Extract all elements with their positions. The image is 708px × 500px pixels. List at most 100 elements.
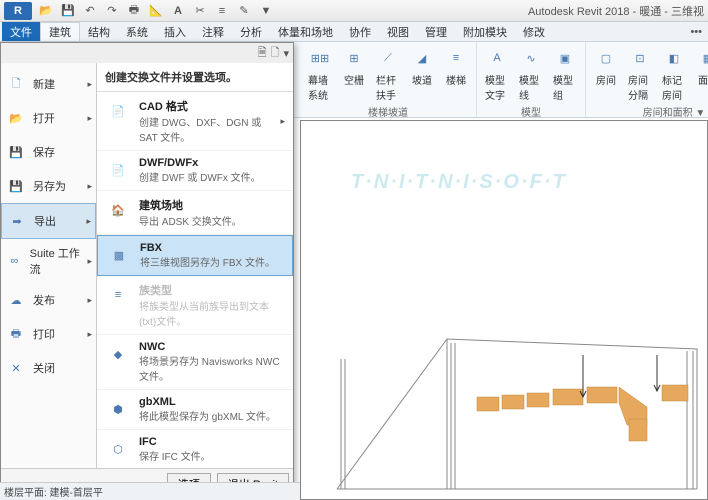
ribbon-tab[interactable]: 管理 [417, 22, 455, 41]
ribbon-panel: ▢房间⊡房间分隔◧标记房间▦面积◨面积标记房间和面积 ▼ [586, 42, 708, 117]
dropdown-icon[interactable]: ▼ [258, 3, 274, 19]
app-menu-item[interactable]: 💾 保存 [1, 135, 96, 169]
ribbon-button[interactable]: ◧标记房间 [658, 44, 690, 104]
app-menu-item[interactable]: ➡导出▸ [1, 203, 96, 239]
app-menu-item[interactable]: 🗋新建▸ [1, 67, 96, 101]
ribbon-tab[interactable]: 系统 [118, 22, 156, 41]
app-menu-item[interactable]: ☁发布▸ [1, 283, 96, 317]
undo-icon[interactable]: ↶ [82, 3, 98, 19]
ribbon-label: 楼梯 [446, 72, 466, 87]
menu-item-label: 发布 [33, 292, 55, 308]
export-item[interactable]: 📄CAD 格式创建 DWG、DXF、DGN 或 SAT 文件。▸ [97, 92, 293, 151]
app-menu-item[interactable]: ✕ 关闭 [1, 351, 96, 385]
ribbon-button[interactable]: ⟋栏杆扶手 [372, 44, 404, 104]
export-item[interactable]: 📄DWF/DWFx创建 DWF 或 DWFx 文件。 [97, 151, 293, 191]
ribbon-tab[interactable]: 建筑 [40, 22, 80, 41]
open-docs-icon[interactable]: 🗋 [271, 44, 280, 63]
export-item[interactable]: 🏠建筑场地导出 ADSK 交换文件。 [97, 191, 293, 235]
ribbon-tab[interactable]: 文件 [2, 22, 40, 41]
status-text: 楼层平面: 建模-首层平 [4, 484, 103, 499]
menu-item-label: 保存 [33, 144, 55, 160]
ribbon-button[interactable]: ▢房间 [590, 44, 622, 104]
print-icon[interactable]: 🖶 [126, 3, 142, 19]
chevron-right-icon: ▸ [86, 216, 91, 227]
ribbon-tab[interactable]: 插入 [156, 22, 194, 41]
section-icon[interactable]: ✂ [192, 3, 208, 19]
app-menu-item[interactable]: 📂打开▸ [1, 101, 96, 135]
panel-title: 模型 [521, 104, 541, 119]
chevron-right-icon: ▸ [87, 113, 92, 124]
quick-access-toolbar: 📂 💾 ↶ ↷ 🖶 📐 A ✂ ≡ ✎ ▼ [38, 3, 274, 19]
ribbon-button[interactable]: ▦面积 [692, 44, 708, 104]
ribbon-button[interactable]: ≡ 楼梯 [440, 44, 472, 104]
app-logo-icon[interactable]: R [4, 2, 32, 20]
chevron-right-icon: ▸ [87, 256, 92, 267]
tool-icon[interactable]: ✎ [236, 3, 252, 19]
ribbon-tab[interactable]: 体量和场地 [270, 22, 341, 41]
ribbon-button[interactable]: ⊡房间分隔 [624, 44, 656, 104]
app-menu-top-icons: 🗎 🗋 ▾ [1, 43, 293, 63]
export-item-desc: 创建 DWG、DXF、DGN 或 SAT 文件。 [139, 114, 272, 144]
chevron-right-icon: ▸ [280, 116, 285, 127]
export-item-icon: ▩ [106, 242, 132, 268]
ribbon-icon: ≡ [444, 46, 468, 70]
ribbon-tab[interactable]: 分析 [232, 22, 270, 41]
ribbon-label: 模型线 [519, 72, 543, 102]
ribbon-overflow-icon[interactable]: ••• [684, 26, 708, 38]
export-item[interactable]: ⬡IFC保存 IFC 文件。 [97, 430, 293, 468]
measure-icon[interactable]: 📐 [148, 3, 164, 19]
menu-item-label: 新建 [33, 76, 55, 92]
recent-docs-icon[interactable]: 🗎 [258, 44, 267, 63]
open-icon[interactable]: 📂 [38, 3, 54, 19]
export-item-icon: 🏠 [105, 197, 131, 223]
ribbon-button[interactable]: ⊞⊞幕墙系统 [304, 44, 336, 104]
ribbon-label: 坡道 [412, 72, 432, 87]
app-menu-item[interactable]: ∞Suite 工作流▸ [1, 239, 96, 283]
menu-item-label: 导出 [34, 213, 56, 229]
ribbon-icon: ◧ [662, 46, 686, 70]
watermark-text: T·N·I·T·N·I·S·O·F·T [351, 171, 567, 194]
save-icon[interactable]: 💾 [60, 3, 76, 19]
ribbon-tab[interactable]: 结构 [80, 22, 118, 41]
chevron-right-icon: ▸ [87, 181, 92, 192]
ribbon-button[interactable]: ∿模型线 [515, 44, 547, 104]
ribbon-panel: A模型文字∿模型线▣模型组模型 [477, 42, 586, 117]
ribbon-tab[interactable]: 视图 [379, 22, 417, 41]
redo-icon[interactable]: ↷ [104, 3, 120, 19]
export-item-icon: ⬢ [105, 396, 131, 422]
ribbon-tab[interactable]: 协作 [341, 22, 379, 41]
ribbon-tab[interactable]: 附加模块 [455, 22, 515, 41]
3d-viewport[interactable]: T·N·I·T·N·I·S·O·F·T [300, 120, 708, 500]
chevron-down-icon[interactable]: ▾ [283, 47, 289, 60]
export-item-title: 建筑场地 [139, 197, 242, 213]
dims-icon[interactable]: ≡ [214, 3, 230, 19]
export-item[interactable]: ◆NWC将场景另存为 Navisworks NWC 文件。 [97, 335, 293, 390]
export-item-desc: 将族类型从当前族导出到文本(txt)文件。 [139, 298, 285, 328]
export-item[interactable]: ▩FBX将三维视图另存为 FBX 文件。 [97, 235, 293, 276]
ribbon-icon: ⟋ [376, 46, 400, 70]
ribbon-tab[interactable]: 注释 [194, 22, 232, 41]
panel-title: 房间和面积 ▼ [643, 104, 706, 119]
ribbon-label: 房间分隔 [628, 72, 652, 102]
export-item-icon: ≡ [105, 282, 131, 308]
menu-item-icon: 💾 [5, 141, 27, 163]
app-menu-item[interactable]: 🖶打印▸ [1, 317, 96, 351]
ribbon-label: 面积 [698, 72, 708, 87]
ribbon-button[interactable]: A模型文字 [481, 44, 513, 104]
export-item[interactable]: ≡族类型将族类型从当前族导出到文本(txt)文件。 [97, 276, 293, 335]
ribbon-tab[interactable]: 修改 [515, 22, 553, 41]
app-menu-export-panel: 创建交换文件并设置选项。 📄CAD 格式创建 DWG、DXF、DGN 或 SAT… [97, 63, 293, 468]
ribbon-button[interactable]: ▣模型组 [549, 44, 581, 104]
app-menu-item[interactable]: 💾另存为▸ [1, 169, 96, 203]
ribbon-button[interactable]: ⊞ 空栅 [338, 44, 370, 104]
ribbon-button[interactable]: ◢坡道 [406, 44, 438, 104]
export-item[interactable]: ⬢gbXML将此模型保存为 gbXML 文件。 [97, 390, 293, 430]
text-icon[interactable]: A [170, 3, 186, 19]
menu-item-icon: ☁ [5, 289, 27, 311]
status-bar: 楼层平面: 建模-首层平 [0, 482, 300, 500]
ribbon-icon: ⊞ [342, 46, 366, 70]
menu-item-icon: 🖶 [5, 323, 27, 345]
ribbon-label: 空栅 [344, 72, 364, 87]
menu-item-icon: ✕ [5, 357, 27, 379]
menu-item-label: 关闭 [33, 360, 55, 376]
